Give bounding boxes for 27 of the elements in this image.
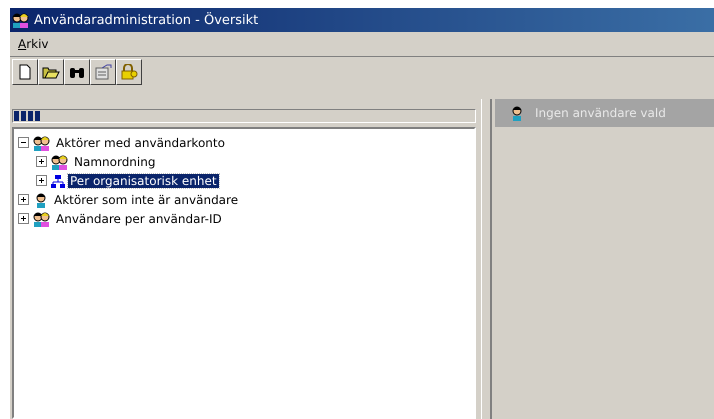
expand-toggle[interactable] (18, 194, 29, 205)
tree-item[interactable]: Per organisatorisk enhet (68, 174, 219, 188)
toolbar-button[interactable] (116, 59, 142, 85)
padlock-key-icon (120, 64, 138, 80)
people-icon (51, 154, 69, 170)
collapse-toggle[interactable] (18, 137, 29, 148)
properties-icon (94, 64, 112, 80)
people-icon (33, 210, 51, 226)
menu-item[interactable]: Arkiv (16, 37, 51, 51)
toolbar-button[interactable] (38, 59, 64, 85)
splitter[interactable] (481, 99, 492, 419)
toolbar-button[interactable] (64, 59, 90, 85)
window-title: Användaradministration - Översikt (34, 12, 258, 28)
new-document-icon (18, 64, 32, 80)
toolbar-button[interactable] (12, 59, 38, 85)
header-text: Ingen användare vald (535, 106, 666, 120)
expand-toggle[interactable] (36, 175, 47, 186)
toolbar-button[interactable] (90, 59, 116, 85)
expand-toggle[interactable] (36, 156, 47, 167)
tree-item[interactable]: Aktörer som inte är användare (52, 192, 240, 206)
tree-item[interactable]: Namnordning (72, 154, 158, 168)
people-icon (33, 134, 51, 150)
expand-toggle[interactable] (18, 213, 29, 224)
tree-item[interactable]: Aktörer med användarkonto (54, 136, 227, 150)
org-chart-icon (51, 174, 65, 188)
people-icon (12, 12, 30, 28)
tree-item[interactable]: Användare per användar-ID (54, 212, 224, 226)
